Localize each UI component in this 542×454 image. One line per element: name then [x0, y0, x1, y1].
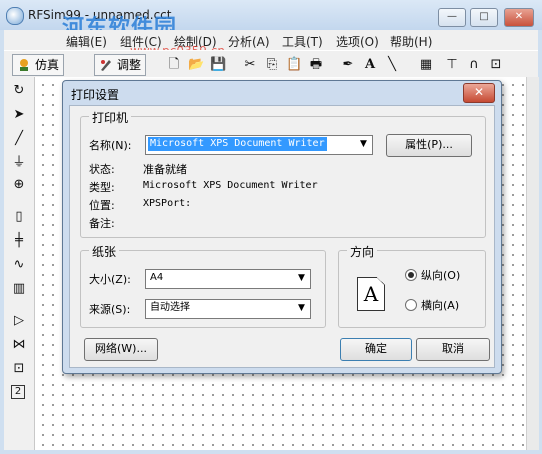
menu-analysis[interactable]: 分析(A) — [228, 33, 270, 50]
paper-source-value: 自动选择 — [150, 302, 190, 313]
paper-group-label: 纸张 — [89, 243, 120, 260]
capacitor-icon[interactable]: ╪ — [11, 233, 27, 249]
paper-size-select[interactable]: A4 ▼ — [145, 269, 311, 289]
orientation-group: 方向 A 纵向(O) 横向(A) — [338, 243, 486, 328]
open-folder-icon[interactable]: 📂 — [188, 57, 204, 73]
vertical-scrollbar[interactable] — [526, 77, 539, 450]
new-file-icon[interactable]: 🗋 — [166, 57, 182, 73]
tune-label: 调整 — [117, 58, 142, 72]
printer-name-select[interactable]: Microsoft XPS Document Writer ▼ — [145, 135, 373, 155]
amplifier-icon[interactable]: ▷ — [11, 313, 27, 329]
paste-icon[interactable]: 📋 — [286, 57, 302, 73]
simulate-button[interactable]: 仿真 — [12, 54, 65, 76]
comment-label: 备注: — [89, 217, 115, 230]
toolbar: 仿真 调整 🗋 📂 💾 ✂ ⎘ 📋 🖶 ✒ A ╲ ▦ ⊤ ∩ ⊡ — [4, 50, 538, 78]
chevron-down-icon: ▼ — [298, 273, 305, 283]
cancel-button[interactable]: 取消 — [416, 338, 490, 361]
simulate-icon — [20, 59, 28, 71]
menu-help[interactable]: 帮助(H) — [390, 33, 432, 50]
copy-icon[interactable]: ⎘ — [264, 57, 280, 73]
menu-edit[interactable]: 编辑(E) — [66, 33, 107, 50]
ground-icon[interactable]: ⏚ — [11, 155, 27, 171]
tune-button[interactable]: 调整 — [94, 54, 147, 76]
print-icon[interactable]: 🖶 — [308, 57, 324, 73]
print-setup-dialog: 打印设置 ✕ 打印机 名称(N): Microsoft XPS Document… — [62, 80, 502, 374]
where-value: XPSPort: — [143, 198, 192, 209]
text-tool-icon[interactable]: A — [362, 57, 378, 73]
component-c-icon[interactable]: ⊡ — [488, 57, 504, 73]
portrait-label[interactable]: 纵向(O) — [421, 267, 460, 283]
dialog-title: 打印设置 — [71, 88, 120, 102]
paper-size-value: A4 — [150, 272, 164, 283]
type-value: Microsoft XPS Document Writer — [143, 180, 318, 191]
status-label: 状态: — [89, 163, 115, 176]
component-a-icon[interactable]: ⊤ — [444, 57, 460, 73]
where-label: 位置: — [89, 199, 115, 212]
printer-group: 打印机 名称(N): Microsoft XPS Document Writer… — [80, 109, 486, 238]
size-label: 大小(Z): — [89, 273, 131, 286]
portrait-page-icon: A — [357, 277, 385, 311]
close-window-button[interactable]: ✕ — [504, 8, 534, 27]
component-b-icon[interactable]: ∩ — [466, 57, 482, 73]
line-tool-icon[interactable]: ╲ — [384, 57, 400, 73]
tune-icon — [101, 60, 111, 71]
transmission-line-icon[interactable]: ▥ — [11, 281, 27, 297]
orientation-group-label: 方向 — [347, 243, 378, 260]
chevron-down-icon: ▼ — [360, 139, 367, 149]
network-button[interactable]: 网络(W)... — [84, 338, 158, 361]
resistor-icon[interactable]: ▯ — [11, 209, 27, 225]
printer-group-label: 打印机 — [89, 109, 132, 126]
inductor-icon[interactable]: ∿ — [11, 257, 27, 273]
dialog-body: 打印机 名称(N): Microsoft XPS Document Writer… — [69, 105, 495, 368]
pen-tool-icon[interactable]: ✒ — [340, 57, 356, 73]
one-port-icon[interactable]: ⊡ — [11, 361, 27, 377]
chevron-down-icon: ▼ — [298, 303, 305, 313]
calculator-icon[interactable]: ▦ — [418, 57, 434, 73]
left-toolbar: ↻ ➤ ╱ ⏚ ⊕ ▯ ╪ ∿ ▥ ▷ ⋈ ⊡ 2 — [4, 77, 35, 450]
rotate-icon[interactable]: ↻ — [11, 83, 27, 99]
app-icon — [6, 7, 24, 25]
pointer-icon[interactable]: ➤ — [11, 107, 27, 123]
paper-source-select[interactable]: 自动选择 ▼ — [145, 299, 311, 319]
transformer-icon[interactable]: ⋈ — [11, 337, 27, 353]
portrait-radio[interactable] — [405, 269, 417, 281]
dialog-close-button[interactable]: ✕ — [463, 83, 495, 103]
status-value: 准备就绪 — [143, 163, 187, 176]
menu-bar: 编辑(E) 组件(C) 绘制(D) 分析(A) 工具(T) 选项(O) 帮助(H… — [4, 30, 538, 50]
type-label: 类型: — [89, 181, 115, 194]
paper-group: 纸张 大小(Z): A4 ▼ 来源(S): 自动选择 ▼ — [80, 243, 326, 328]
printer-name-value: Microsoft XPS Document Writer — [148, 137, 327, 151]
minimize-button[interactable]: — — [438, 8, 466, 27]
ok-button[interactable]: 确定 — [340, 338, 412, 361]
landscape-label[interactable]: 横向(A) — [421, 297, 459, 313]
properties-button[interactable]: 属性(P)... — [386, 134, 472, 157]
save-icon[interactable]: 💾 — [210, 57, 226, 73]
landscape-radio[interactable] — [405, 299, 417, 311]
source-icon[interactable]: ⊕ — [11, 177, 27, 193]
name-label: 名称(N): — [89, 139, 132, 152]
maximize-button[interactable]: □ — [470, 8, 498, 27]
source-label: 来源(S): — [89, 303, 131, 316]
two-port-icon[interactable]: 2 — [11, 385, 25, 399]
menu-options[interactable]: 选项(O) — [336, 33, 379, 50]
menu-tools[interactable]: 工具(T) — [282, 33, 323, 50]
title-bar: RFSim99 - unnamed.cct 河东软件园 — □ ✕ — [0, 0, 542, 41]
wire-icon[interactable]: ╱ — [11, 131, 27, 147]
cut-icon[interactable]: ✂ — [242, 57, 258, 73]
simulate-label: 仿真 — [35, 58, 60, 72]
